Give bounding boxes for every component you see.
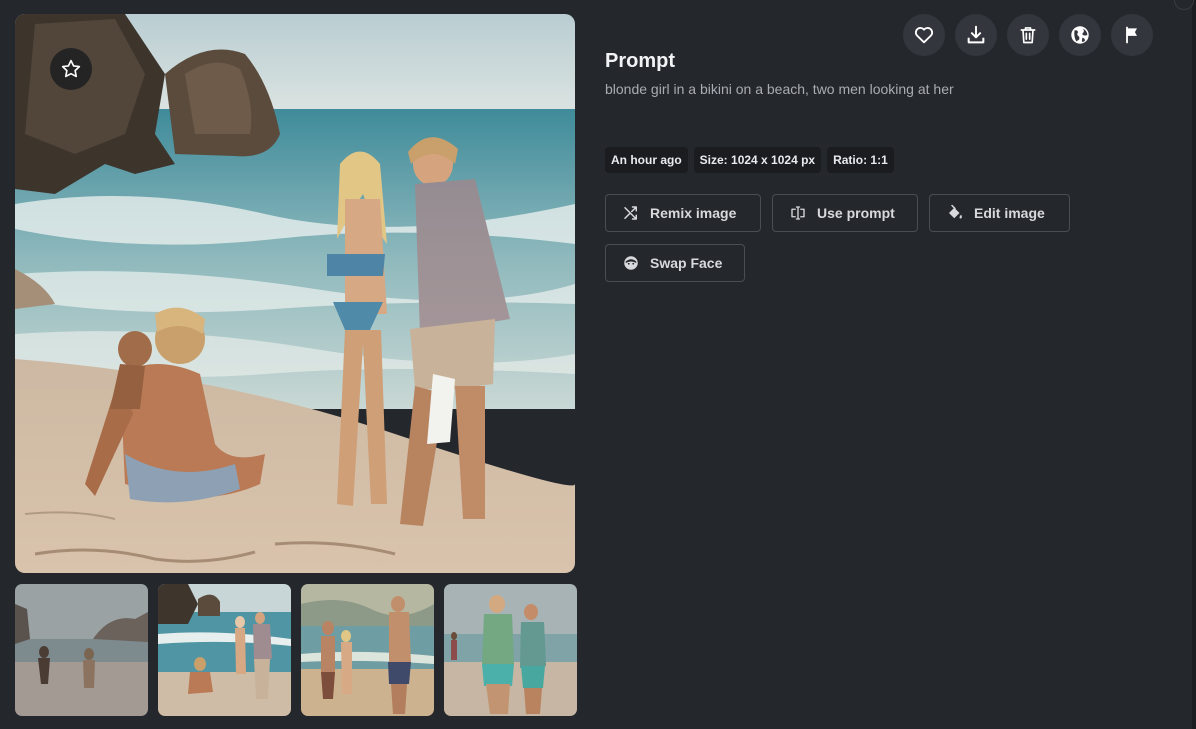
edit-image-label: Edit image — [974, 205, 1045, 221]
image-actions — [903, 14, 1153, 56]
favorite-star-button[interactable] — [50, 48, 92, 90]
main-image[interactable] — [15, 14, 575, 573]
thumbnail-2[interactable] — [158, 584, 291, 716]
download-button[interactable] — [955, 14, 997, 56]
publish-button[interactable] — [1059, 14, 1101, 56]
prompt-heading: Prompt — [605, 50, 675, 72]
heart-icon — [914, 27, 934, 44]
remix-image-button[interactable]: Remix image — [605, 194, 761, 232]
prompt-text: blonde girl in a bikini on a beach, two … — [605, 81, 954, 97]
thumbnail-strip — [15, 584, 577, 716]
tool-buttons-row-2: Swap Face — [605, 244, 745, 282]
download-icon — [967, 25, 985, 44]
thumbnail-1[interactable] — [15, 584, 148, 716]
delete-button[interactable] — [1007, 14, 1049, 56]
shuffle-icon — [624, 206, 637, 220]
trash-icon — [1020, 27, 1036, 44]
close-corner-icon[interactable] — [1174, 0, 1194, 10]
image-meta: An hour ago Size: 1024 x 1024 px Ratio: … — [605, 147, 894, 173]
like-button[interactable] — [903, 14, 945, 56]
text-cursor-icon — [791, 206, 805, 220]
report-button[interactable] — [1111, 14, 1153, 56]
edit-image-button[interactable]: Edit image — [929, 194, 1070, 232]
remix-image-label: Remix image — [650, 205, 737, 221]
swap-face-button[interactable]: Swap Face — [605, 244, 745, 282]
tool-buttons-row-1: Remix image Use prompt Edit image — [605, 194, 1070, 232]
globe-icon — [1071, 26, 1089, 44]
flag-icon — [1126, 26, 1137, 44]
created-time-badge: An hour ago — [605, 147, 688, 173]
use-prompt-label: Use prompt — [817, 205, 895, 221]
swap-face-label: Swap Face — [650, 255, 723, 271]
paint-bucket-icon — [949, 204, 962, 219]
scrollbar-track[interactable] — [1192, 0, 1196, 729]
star-icon — [61, 59, 81, 78]
image-detail-panel: Prompt blonde girl in a bikini on a beac… — [0, 0, 1196, 729]
use-prompt-button[interactable]: Use prompt — [772, 194, 918, 232]
face-icon — [624, 256, 638, 270]
thumbnail-3[interactable] — [301, 584, 434, 716]
size-badge: Size: 1024 x 1024 px — [693, 147, 822, 173]
ratio-badge: Ratio: 1:1 — [827, 147, 894, 173]
thumbnail-4[interactable] — [444, 584, 577, 716]
